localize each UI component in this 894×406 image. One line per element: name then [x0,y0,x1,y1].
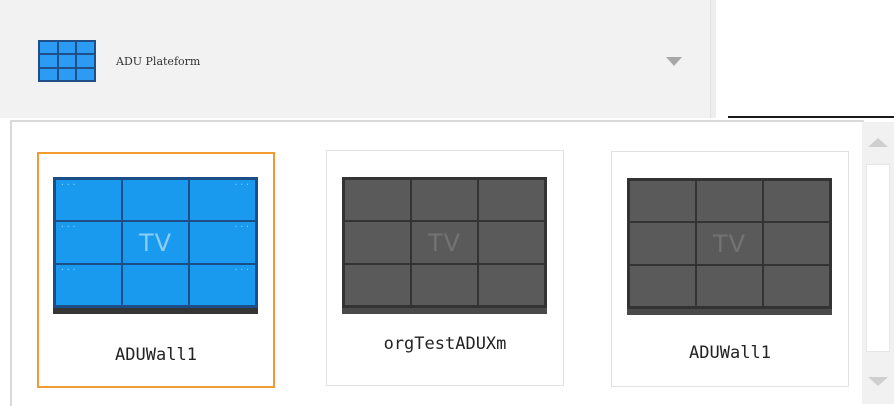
tv-wall-icon: ··· ··· ··· ··· ··· ··· TV [53,177,258,314]
tv-label: TV [138,228,173,257]
tv-wall-icon: TV [627,178,832,315]
header-divider [711,0,716,118]
wall-name: orgTestADUXm [383,334,507,354]
wall-name: ADUWall1 [689,343,771,363]
divider-line [728,116,894,118]
tv-label: TV [427,228,462,257]
chevron-down-icon[interactable] [666,57,682,66]
wall-card[interactable]: TV ADUWall1 [611,151,849,387]
wall-name: ADUWall1 [115,345,197,365]
scroll-down-arrow-icon[interactable] [868,377,888,386]
tv-label: TV [712,229,747,258]
wall-card[interactable]: ··· ··· ··· ··· ··· ··· TV ADUWall1 [37,152,275,388]
platform-dropdown[interactable]: ADU Plateform [0,0,711,118]
scroll-thumb[interactable] [866,164,890,352]
wall-card[interactable]: TV orgTestADUXm [326,150,564,386]
scroll-up-arrow-icon[interactable] [868,138,888,147]
vertical-scrollbar[interactable] [862,122,894,404]
tv-wall-icon: TV [342,177,547,314]
platform-label: ADU Plateform [116,55,201,68]
video-wall-grid-icon [38,40,96,82]
wall-list-panel: ··· ··· ··· ··· ··· ··· TV ADUWall1 TV o… [10,120,864,406]
